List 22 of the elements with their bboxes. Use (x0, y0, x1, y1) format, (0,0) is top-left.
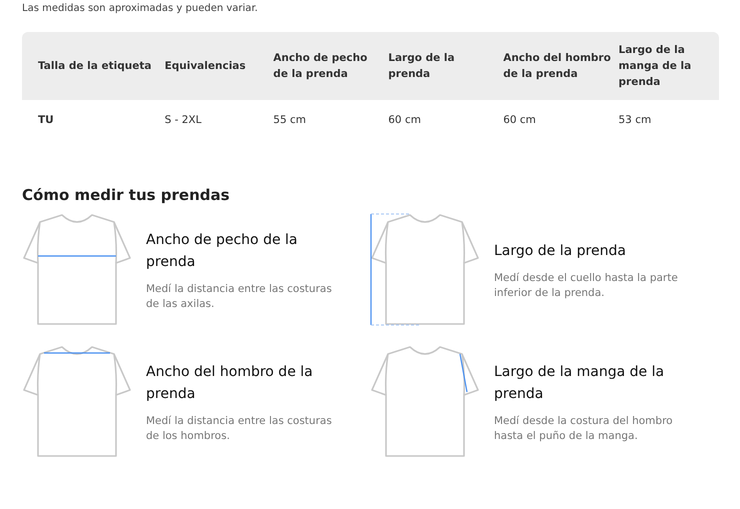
column-header: Ancho del hombro de la prenda (503, 32, 618, 100)
table-cell: S - 2XL (164, 100, 274, 140)
column-header: Talla de la etiqueta (22, 32, 165, 100)
column-header: Largo de la manga de la prenda (618, 32, 719, 100)
measure-description: Medí la distancia entre las costuras de los hombros. (146, 414, 333, 444)
disclaimer-note: Las medidas son aproximadas y pueden variar. (22, 2, 259, 14)
measure-description: Medí desde la costura del hombro hasta el puño de la manga. (494, 414, 674, 444)
measure-description: Medí desde el cuello hasta la parte inferior de la prenda. (494, 270, 679, 300)
column-header: Equivalencias (164, 32, 274, 100)
table-cell: TU (22, 100, 165, 140)
table-cell: 60 cm (388, 100, 504, 140)
measure-title: Largo de la prenda (494, 242, 627, 260)
column-header: Largo de la prenda (388, 32, 504, 100)
measure-description: Medí la distancia entre las costuras de las axilas. (146, 282, 333, 312)
measure-title: Largo de la manga de la prenda (494, 362, 666, 404)
section-title: Cómo medir tus prendas (22, 186, 231, 204)
table-cell: 55 cm (273, 100, 388, 140)
column-header: Ancho de pecho de la prenda (273, 32, 388, 100)
table-cell: 53 cm (618, 100, 719, 140)
measure-title: Ancho del hombro de la prenda (146, 362, 314, 404)
measure-title: Ancho de pecho de la prenda (146, 230, 298, 272)
table-cell: 60 cm (503, 100, 618, 140)
